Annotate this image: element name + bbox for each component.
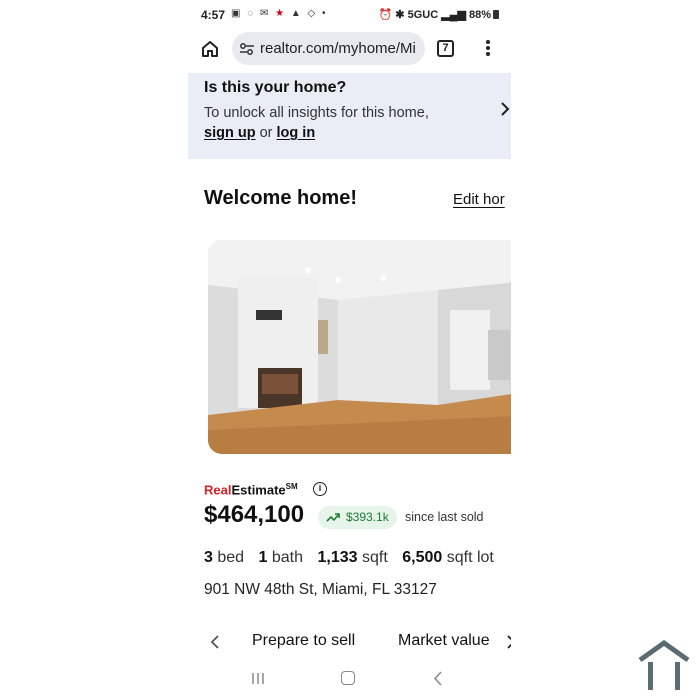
value-change: $393.1k <box>346 510 389 524</box>
home-facts: 3 bed 1 bath 1,133 sqft 6,500 sqft lot <box>204 549 494 567</box>
recents-icon[interactable] <box>251 672 265 685</box>
lot-value: 6,500 <box>402 549 443 566</box>
nav-home-icon[interactable] <box>341 671 355 685</box>
status-bar: 4:57 ▣ ◌ ✉ ★ ▲ ◇ • ⏰ ✱ 5GUC ▂▄▆ 88% <box>188 0 511 30</box>
browser-toolbar: realtor.com/myhome/Mi 7 <box>188 30 511 70</box>
back-icon[interactable] <box>433 671 443 686</box>
url-bar[interactable]: realtor.com/myhome/Mi <box>232 32 425 65</box>
home-address: 901 NW 48th St, Miami, FL 33127 <box>204 581 437 598</box>
system-nav-bar <box>188 664 511 694</box>
baths-label: bath <box>271 549 304 566</box>
realestimate-label: RealEstimateSM <box>204 482 298 497</box>
tab-count-button[interactable]: 7 <box>437 40 454 57</box>
chevron-right-icon[interactable] <box>499 101 511 117</box>
kebab-icon[interactable] <box>484 40 492 58</box>
notification-icons: ▣ ◌ ✉ ★ ▲ ◇ • <box>231 8 328 19</box>
since-last-sold: since last sold <box>405 510 484 524</box>
beds-value: 3 <box>204 549 213 566</box>
lot-label: sqft lot <box>446 549 494 566</box>
info-icon[interactable]: i <box>313 482 327 496</box>
banner-title: Is this your home? <box>204 79 347 96</box>
battery-icon <box>493 10 499 19</box>
brand-sup: SM <box>285 482 298 491</box>
watermark-icon <box>638 640 690 690</box>
chevron-right-icon[interactable] <box>506 634 511 650</box>
banner-or: or <box>259 125 273 141</box>
sqft-label: sqft <box>361 549 388 566</box>
sqft-value: 1,133 <box>317 549 358 566</box>
estimated-price: $464,100 <box>204 501 305 528</box>
tune-icon[interactable] <box>239 41 255 57</box>
network-label: 5GUC <box>407 9 439 21</box>
banner-actions: sign up or log in <box>204 125 315 141</box>
brand-real: Real <box>204 482 232 498</box>
beds-label: bed <box>217 549 245 566</box>
home-photo[interactable] <box>208 240 511 454</box>
edit-home-link[interactable]: Edit hor <box>453 191 505 208</box>
baths-value: 1 <box>258 549 268 566</box>
status-time: 4:57 <box>201 8 226 22</box>
phone-screen: 4:57 ▣ ◌ ✉ ★ ▲ ◇ • ⏰ ✱ 5GUC ▂▄▆ 88% real… <box>188 0 511 700</box>
trend-up-icon <box>326 513 340 522</box>
battery-label: 88% <box>468 9 491 21</box>
log-in-link[interactable]: log in <box>277 125 316 141</box>
sign-up-link[interactable]: sign up <box>204 125 256 141</box>
url-text[interactable]: realtor.com/myhome/Mi <box>260 40 416 57</box>
brand-estimate: Estimate <box>231 482 286 498</box>
banner-text: To unlock all insights for this home, <box>204 105 429 121</box>
chevron-left-icon[interactable] <box>210 634 220 650</box>
status-right: ⏰ ✱ 5GUC ▂▄▆ 88% <box>379 8 499 21</box>
tab-market-value[interactable]: Market value <box>398 632 490 650</box>
value-change-badge: $393.1k <box>318 506 397 529</box>
section-tabs: Prepare to sell Market value <box>188 628 511 656</box>
claim-home-banner[interactable]: Is this your home? To unlock all insight… <box>188 73 511 159</box>
tab-prepare-to-sell[interactable]: Prepare to sell <box>252 632 355 650</box>
welcome-title: Welcome home! <box>204 187 357 209</box>
home-icon[interactable] <box>200 39 220 59</box>
